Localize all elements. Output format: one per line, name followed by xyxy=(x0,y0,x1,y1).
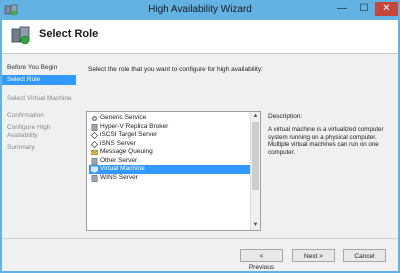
server-icon xyxy=(91,157,98,165)
list-item[interactable]: Generic Service xyxy=(89,114,251,123)
minimize-button[interactable]: — xyxy=(331,2,353,16)
list-item[interactable]: Hyper-V Replica Broker xyxy=(89,123,251,132)
wizard-body: Select Role Before You Begin Select Role… xyxy=(2,20,398,271)
diamond-icon xyxy=(91,140,98,148)
wizard-header: Select Role xyxy=(2,20,398,54)
gear-icon xyxy=(91,115,98,122)
wizard-steps: Before You Begin Select Role Select Virt… xyxy=(2,54,76,236)
role-listbox[interactable]: Generic Service Hyper-V Replica Broker i… xyxy=(86,111,261,231)
scroll-thumb[interactable] xyxy=(252,122,259,190)
diamond-icon xyxy=(91,132,98,139)
step-select-virtual-machine: Select Virtual Machine xyxy=(7,95,72,102)
wizard-window: High Availability Wizard — ☐ ✕ Select Ro… xyxy=(0,0,400,273)
next-button[interactable]: Next > xyxy=(292,249,335,262)
step-availability: Availability xyxy=(7,132,38,139)
maximize-button[interactable]: ☐ xyxy=(353,2,375,16)
server-icon xyxy=(91,123,98,131)
server-icon xyxy=(91,174,98,182)
cluster-role-icon xyxy=(11,26,30,45)
list-item[interactable]: Other Server xyxy=(89,157,251,166)
close-button[interactable]: ✕ xyxy=(375,2,398,16)
list-item[interactable]: Message Queuing xyxy=(89,148,251,157)
step-select-role[interactable]: Select Role xyxy=(2,75,76,85)
list-item[interactable]: iSNS Server xyxy=(89,140,251,149)
list-item[interactable]: Virtual Machine xyxy=(89,165,251,174)
scroll-up-icon[interactable]: ▲ xyxy=(251,112,260,121)
scroll-down-icon[interactable]: ▼ xyxy=(251,221,260,230)
envelope-icon xyxy=(91,150,98,155)
description-text: A virtual machine is a virtualized compu… xyxy=(268,126,384,156)
footer-divider xyxy=(2,238,398,239)
step-summary: Summary xyxy=(7,144,35,151)
title-bar[interactable]: High Availability Wizard — ☐ ✕ xyxy=(0,0,400,20)
list-item[interactable]: WINS Server xyxy=(89,174,251,183)
list-item[interactable]: iSCSI Target Server xyxy=(89,131,251,140)
description-heading: Description: xyxy=(268,113,303,120)
step-confirmation: Confirmation xyxy=(7,112,44,119)
step-before-you-begin[interactable]: Before You Begin xyxy=(2,63,76,72)
listbox-scrollbar[interactable]: ▲ ▼ xyxy=(250,112,260,230)
vm-icon xyxy=(91,166,98,173)
wizard-content: Select the role that you want to configu… xyxy=(80,54,396,236)
role-prompt: Select the role that you want to configu… xyxy=(88,66,263,73)
previous-button[interactable]: < Previous xyxy=(240,249,283,271)
cancel-button[interactable]: Cancel xyxy=(343,249,386,262)
page-title: Select Role xyxy=(39,28,99,40)
